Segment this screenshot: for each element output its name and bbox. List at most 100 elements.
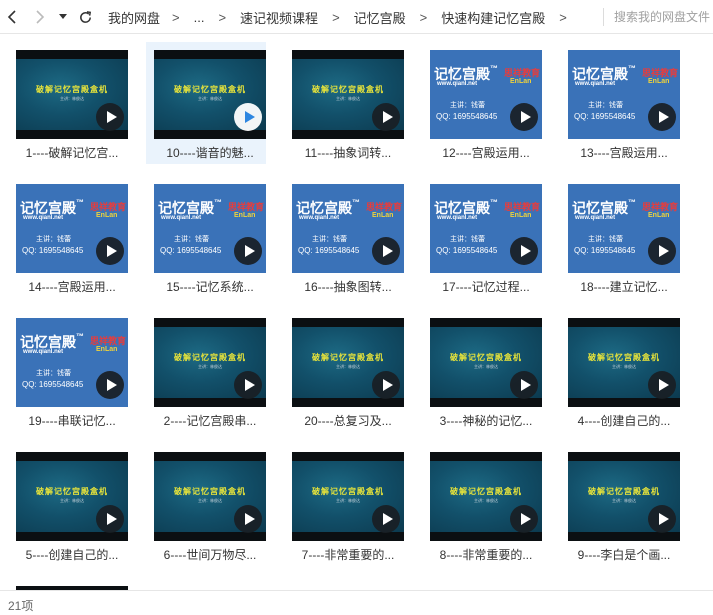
brand-tm: ™	[628, 198, 636, 207]
file-item[interactable]: 破解记忆宫殿盒机 主讲：林俊达 7----非常重要的...	[284, 444, 404, 566]
file-item[interactable]: 破解记忆宫殿盒机 主讲：林俊达 6----世间万物尽...	[146, 444, 266, 566]
thumbnail-subtitle: 主讲：林俊达	[612, 364, 636, 369]
thumbnail-title: 破解记忆宫殿盒机	[312, 353, 384, 362]
file-item[interactable]: 破解记忆宫殿盒机 主讲：林俊达 2----记忆宫殿串...	[146, 310, 266, 432]
thumbnail-org-en: EnLan	[96, 212, 118, 219]
thumbnail-url: www.qianl.net	[23, 349, 64, 355]
breadcrumb-separator: >	[332, 9, 340, 25]
thumbnail-subtitle: 主讲：林俊达	[612, 498, 636, 503]
video-thumbnail: 破解记忆宫殿盒机 主讲：林俊达	[292, 318, 404, 407]
file-grid: 破解记忆宫殿盒机 主讲：林俊达 1----破解记忆宫... 破解记忆宫殿盒机 主讲：林俊…	[0, 34, 713, 590]
file-item[interactable]: 记忆宫殿™ www.qianl.net 思祥教育 EnLan 主讲：钱蕾 QQ: 1695…	[560, 176, 680, 298]
play-icon[interactable]	[648, 103, 676, 131]
item-count: 21项	[8, 599, 34, 613]
file-item[interactable]: 破解记忆宫殿盒机 主讲：林俊达 9----李白是个画...	[560, 444, 680, 566]
thumbnail-title: 破解记忆宫殿盒机	[174, 487, 246, 496]
brand-title-text: 记忆宫殿	[572, 66, 628, 82]
file-item[interactable]: 记忆宫殿™ www.qianl.net 思祥教育 EnLan 主讲：钱蕾 QQ: 1695…	[8, 176, 128, 298]
file-item[interactable]: 记忆宫殿™ www.qianl.net 思祥教育 EnLan 主讲：钱蕾 QQ: 1695…	[8, 310, 128, 432]
file-item[interactable]: 破解记忆宫殿盒机 主讲：林俊达 1----破解记忆宫...	[8, 42, 128, 164]
brand-tm: ™	[352, 198, 360, 207]
play-icon[interactable]	[648, 505, 676, 533]
file-item[interactable]: 破解记忆宫殿盒机主讲：林俊达 11----抽象词转...	[284, 42, 404, 164]
play-icon[interactable]	[96, 505, 124, 533]
play-icon[interactable]	[234, 505, 262, 533]
play-icon[interactable]	[510, 103, 538, 131]
brand-tm: ™	[76, 332, 84, 341]
file-item[interactable]: 破解记忆宫殿盒机 主讲：林俊达 10----谐音的魅...	[146, 42, 266, 164]
play-icon[interactable]	[234, 103, 262, 131]
play-icon[interactable]	[510, 237, 538, 265]
thumbnail-title: 破解记忆宫殿盒机	[450, 487, 522, 496]
file-item[interactable]: 破解记忆宫殿盒机 主讲：林俊达 20----总复习及...	[284, 310, 404, 432]
play-icon[interactable]	[648, 237, 676, 265]
brand-title-text: 记忆宫殿	[434, 66, 490, 82]
file-item[interactable]: 记忆宫殿™ www.qianl.net 思祥教育 EnLan 主讲：钱蕾 QQ: 1695…	[146, 176, 266, 298]
thumbnail-qq: QQ: 1695548645	[22, 246, 84, 255]
file-name: 15----记忆系统...	[166, 280, 254, 294]
play-icon[interactable]	[372, 371, 400, 399]
top-toolbar: 我的网盘 > ... > 速记视频课程 > 记忆宫殿 > 快速构建记忆宫殿 >	[0, 0, 713, 34]
thumbnail-teacher: 主讲：钱蕾	[588, 236, 623, 243]
breadcrumb-item-course[interactable]: 速记视频课程	[240, 8, 318, 27]
file-name: 18----建立记忆...	[580, 280, 668, 294]
file-name: 20----总复习及...	[304, 414, 392, 428]
play-icon[interactable]	[96, 371, 124, 399]
breadcrumb: 我的网盘 > ... > 速记视频课程 > 记忆宫殿 > 快速构建记忆宫殿 >	[108, 0, 581, 34]
play-icon[interactable]	[372, 505, 400, 533]
brand-title-text: 记忆宫殿	[20, 334, 76, 350]
thumbnail-title: 破解记忆宫殿盒机	[312, 85, 384, 94]
breadcrumb-separator[interactable]: >	[559, 10, 567, 25]
play-icon[interactable]	[372, 103, 400, 131]
breadcrumb-item-memory-palace[interactable]: 记忆宫殿	[354, 8, 406, 27]
breadcrumb-item-current-folder[interactable]: 快速构建记忆宫殿	[441, 8, 545, 27]
thumbnail-title: 破解记忆宫殿盒机	[588, 353, 660, 362]
thumbnail-subtitle: 主讲：林俊达	[198, 498, 222, 503]
video-thumbnail: 记忆宫殿™ www.qianl.net 思祥教育 EnLan 主讲：钱蕾 QQ: 1695…	[430, 184, 542, 273]
play-icon[interactable]	[234, 371, 262, 399]
thumbnail-subtitle: 主讲：林俊达	[336, 96, 360, 101]
play-icon[interactable]	[510, 371, 538, 399]
refresh-icon	[79, 10, 91, 23]
file-item[interactable]: 记忆宫殿™ www.qianl.net 思祥教育 EnLan 主讲：钱蕾 QQ: 1695…	[560, 42, 680, 164]
refresh-button[interactable]	[74, 5, 96, 29]
file-name: 5----创建自己的...	[25, 548, 119, 562]
brand-title-text: 记忆宫殿	[296, 200, 352, 216]
thumbnail-qq: QQ: 1695548645	[574, 246, 636, 255]
file-item[interactable]: 破解记忆宫殿盒机主讲：林俊达 8----非常重要的...	[422, 444, 542, 566]
video-thumbnail: 记忆宫殿™ www.qianl.net 思祥教育 EnLan 主讲：钱蕾 QQ: 1695…	[568, 50, 680, 139]
play-icon[interactable]	[648, 371, 676, 399]
brand-title-text: 记忆宫殿	[572, 200, 628, 216]
file-item[interactable]: 破解记忆宫殿盒机 主讲：林俊达 5----创建自己的...	[8, 444, 128, 566]
file-item[interactable]: 破解记忆宫殿盒机 主讲：林俊达 3----神秘的记忆...	[422, 310, 542, 432]
video-thumbnail: 记忆宫殿™ www.qianl.net 思祥教育 EnLan 主讲：钱蕾 QQ: 1695…	[568, 184, 680, 273]
file-item[interactable]: 记忆宫殿™ www.qianl.net 思祥教育 EnLan 主讲：钱蕾 QQ: 1695…	[422, 42, 542, 164]
file-name: 8----非常重要的...	[439, 548, 533, 562]
brand-tm: ™	[76, 198, 84, 207]
thumbnail-subtitle: 主讲：林俊达	[474, 498, 498, 503]
play-icon[interactable]	[510, 505, 538, 533]
thumbnail-qq: QQ: 1695548645	[436, 246, 498, 255]
back-button[interactable]	[2, 5, 22, 29]
search-input[interactable]	[614, 4, 713, 30]
breadcrumb-item-my-drive[interactable]: 我的网盘	[108, 8, 160, 27]
file-item[interactable]: 记忆宫殿™ www.qianl.net 思祥教育 EnLan 主讲：钱蕾 QQ: 1695…	[422, 176, 542, 298]
file-item[interactable]: 破解记忆宫殿盒机 主讲：林俊达 4----创建自己的...	[560, 310, 680, 432]
play-icon[interactable]	[96, 237, 124, 265]
history-dropdown-button[interactable]	[56, 5, 70, 29]
play-icon[interactable]	[234, 237, 262, 265]
thumbnail-title: 破解记忆宫殿盒机	[174, 353, 246, 362]
thumbnail-qq: QQ: 1695548645	[436, 112, 498, 121]
video-thumbnail: 破解记忆宫殿盒机主讲：林俊达	[292, 50, 404, 139]
forward-button[interactable]	[30, 5, 50, 29]
thumbnail-subtitle: 主讲：林俊达	[198, 364, 222, 369]
play-icon[interactable]	[372, 237, 400, 265]
thumbnail-teacher: 主讲：钱蕾	[36, 370, 71, 377]
file-item[interactable]: 记忆宫殿™ www.qianl.net 思祥教育 EnLan 主讲：钱蕾 QQ: 1695…	[284, 176, 404, 298]
file-name: 10----谐音的魅...	[166, 146, 254, 160]
thumbnail-title: 破解记忆宫殿盒机	[174, 85, 246, 94]
play-icon[interactable]	[96, 103, 124, 131]
thumbnail-title: 破解记忆宫殿盒机	[312, 487, 384, 496]
breadcrumb-item-ellipsis[interactable]: ...	[194, 10, 205, 25]
file-name: 11----抽象词转...	[304, 146, 392, 160]
